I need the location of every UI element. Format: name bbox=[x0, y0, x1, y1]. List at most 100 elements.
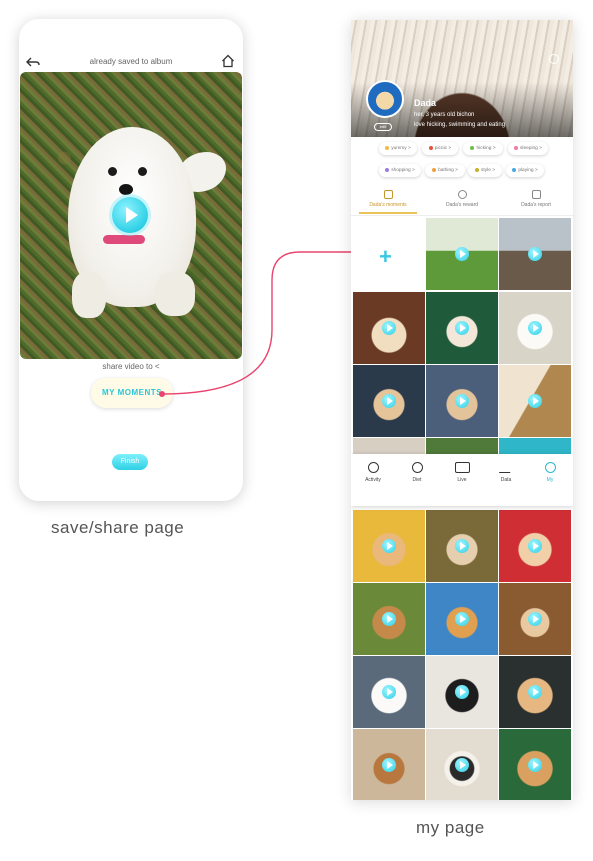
moment-thumbnail[interactable] bbox=[499, 438, 571, 454]
moment-thumbnail[interactable] bbox=[499, 656, 571, 728]
play-icon bbox=[382, 685, 396, 699]
nav-label: Data bbox=[500, 477, 512, 483]
tag-yummy[interactable]: yummy > bbox=[379, 142, 417, 155]
moment-thumbnail[interactable] bbox=[353, 583, 425, 655]
active-tab-indicator bbox=[359, 212, 417, 214]
right-caption: my page bbox=[416, 818, 485, 837]
play-icon bbox=[455, 758, 469, 772]
play-icon bbox=[528, 247, 542, 261]
clock-icon bbox=[411, 462, 423, 473]
nav-activity[interactable]: Activity bbox=[351, 462, 395, 483]
tab-moments[interactable]: Dada's moments bbox=[351, 190, 425, 208]
moment-thumbnail[interactable] bbox=[499, 292, 571, 364]
dog-illustration-leg bbox=[155, 272, 195, 316]
play-icon bbox=[455, 247, 469, 261]
play-icon bbox=[455, 321, 469, 335]
dog-eye bbox=[108, 167, 117, 176]
dog-nose bbox=[119, 184, 133, 195]
moment-thumbnail[interactable] bbox=[499, 365, 571, 437]
play-icon bbox=[382, 394, 396, 408]
play-icon bbox=[455, 394, 469, 408]
nav-data[interactable]: Data bbox=[484, 462, 528, 483]
tag-dot-icon bbox=[512, 167, 517, 172]
my-moments-button[interactable]: MY MOMENTS bbox=[91, 378, 173, 408]
chart-icon bbox=[498, 462, 514, 473]
presentation-canvas: already saved to album share video to < … bbox=[0, 0, 593, 861]
saved-status-title: already saved to album bbox=[89, 57, 173, 66]
pet-name: Dada bbox=[414, 98, 437, 108]
home-icon[interactable] bbox=[221, 54, 235, 68]
share-icon[interactable]: < bbox=[155, 362, 160, 371]
moment-thumbnail[interactable] bbox=[426, 365, 498, 437]
add-moment-button[interactable]: + bbox=[351, 218, 423, 290]
moment-thumbnail[interactable] bbox=[353, 729, 425, 800]
moment-thumbnail[interactable] bbox=[426, 438, 498, 454]
moment-thumbnail[interactable] bbox=[499, 218, 571, 290]
tab-reward[interactable]: Dada's reward bbox=[425, 190, 499, 208]
moment-thumbnail[interactable] bbox=[426, 656, 498, 728]
moment-thumbnail[interactable] bbox=[426, 292, 498, 364]
moment-thumbnail[interactable] bbox=[499, 510, 571, 582]
user-icon bbox=[544, 462, 556, 473]
play-button-icon[interactable] bbox=[112, 197, 148, 233]
moment-thumbnail[interactable] bbox=[353, 656, 425, 728]
tag-dot-icon bbox=[432, 167, 437, 172]
tag-label: playing > bbox=[518, 168, 538, 173]
nav-label: My bbox=[546, 477, 554, 483]
nav-diet[interactable]: Diet bbox=[395, 462, 439, 483]
tab-label: Dada's report bbox=[521, 202, 551, 208]
moment-thumbnail[interactable] bbox=[499, 729, 571, 800]
tag-dot-icon bbox=[475, 167, 479, 172]
finish-button[interactable]: Finish bbox=[112, 454, 148, 470]
play-icon bbox=[455, 539, 469, 553]
left-caption: save/share page bbox=[51, 518, 185, 537]
moments-icon bbox=[383, 190, 393, 199]
tag-dot-icon bbox=[385, 145, 390, 150]
tag-bathing[interactable]: bathing > bbox=[425, 164, 465, 177]
moment-thumbnail[interactable] bbox=[353, 292, 425, 364]
moment-thumbnail[interactable] bbox=[426, 510, 498, 582]
play-icon bbox=[382, 758, 396, 772]
play-icon bbox=[455, 612, 469, 626]
tag-style[interactable]: style > bbox=[468, 164, 502, 177]
moment-thumbnail[interactable] bbox=[499, 583, 571, 655]
tag-label: bathing > bbox=[438, 168, 458, 173]
play-icon bbox=[528, 539, 542, 553]
menu-icon[interactable] bbox=[549, 54, 559, 64]
tag-label: style > bbox=[481, 168, 495, 173]
tag-label: picnic > bbox=[434, 146, 452, 151]
tag-dot-icon bbox=[513, 145, 518, 150]
moment-thumbnail[interactable] bbox=[353, 438, 425, 454]
search-icon bbox=[367, 462, 379, 473]
plus-icon: + bbox=[379, 244, 392, 269]
avatar[interactable] bbox=[366, 80, 404, 118]
nav-live[interactable]: Live bbox=[440, 462, 484, 483]
play-icon bbox=[528, 321, 542, 335]
dog-video-preview[interactable] bbox=[20, 72, 242, 359]
nav-label: Live bbox=[457, 477, 467, 483]
tag-sleeping[interactable]: sleeping > bbox=[508, 142, 548, 155]
share-label: share video to bbox=[102, 362, 153, 371]
tag-dot-icon bbox=[385, 167, 390, 172]
tag-dot-icon bbox=[470, 145, 475, 150]
play-icon bbox=[528, 612, 542, 626]
tag-shopping[interactable]: shopping > bbox=[379, 164, 421, 177]
share-row[interactable]: share video to < bbox=[19, 362, 243, 371]
tag-label: hicking > bbox=[476, 146, 496, 151]
moment-thumbnail[interactable] bbox=[353, 510, 425, 582]
dog-illustration-leg bbox=[72, 272, 106, 318]
nav-my[interactable]: My bbox=[528, 462, 572, 483]
tab-report[interactable]: Dada's report bbox=[499, 190, 573, 208]
dog-eye bbox=[138, 167, 147, 176]
moment-thumbnail[interactable] bbox=[426, 218, 498, 290]
play-icon bbox=[382, 612, 396, 626]
moment-thumbnail[interactable] bbox=[426, 729, 498, 800]
trophy-icon bbox=[457, 190, 467, 199]
tag-hicking[interactable]: hicking > bbox=[463, 142, 503, 155]
moment-thumbnail[interactable] bbox=[426, 583, 498, 655]
tab-label: Dada's reward bbox=[445, 202, 479, 208]
edit-profile-button[interactable]: edit bbox=[374, 123, 392, 131]
moment-thumbnail[interactable] bbox=[353, 365, 425, 437]
tag-picnic[interactable]: picnic > bbox=[422, 142, 458, 155]
tag-playing[interactable]: playing > bbox=[506, 164, 544, 177]
